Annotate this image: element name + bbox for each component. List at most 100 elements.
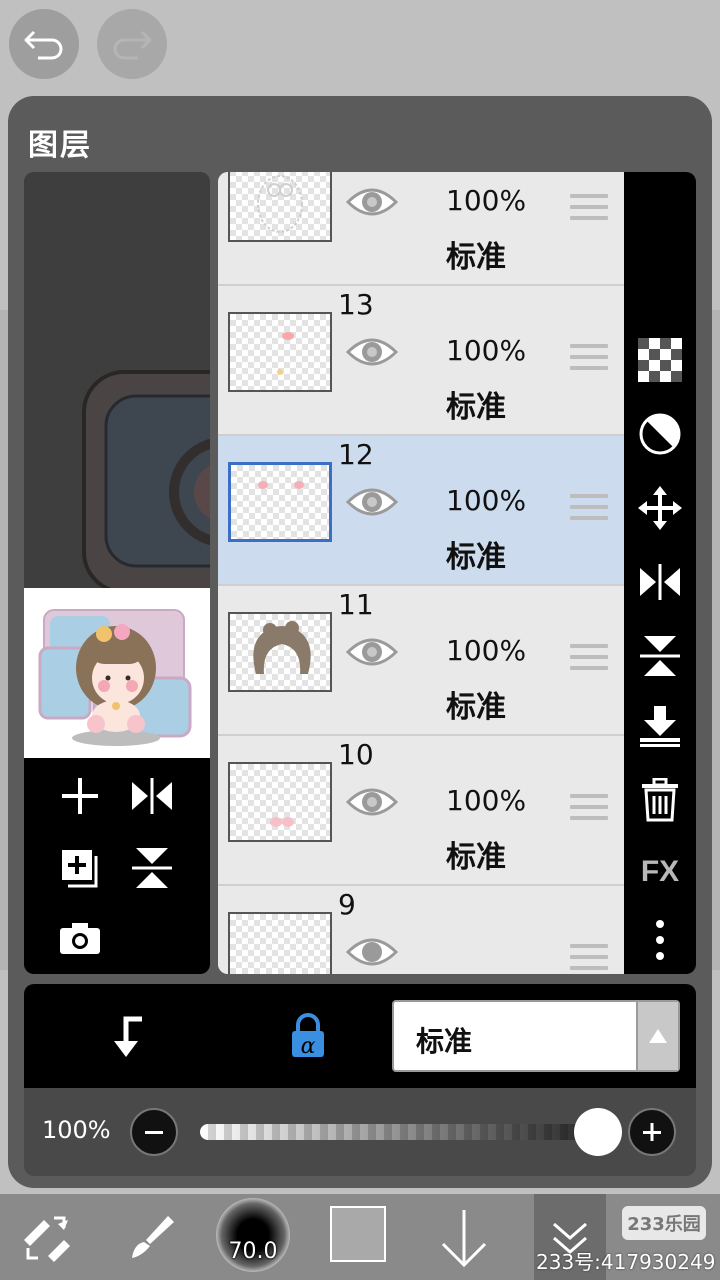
layer-row[interactable]: 11 100% 标准 — [218, 586, 626, 736]
layer-thumbnail[interactable] — [228, 762, 332, 842]
canvas-column — [24, 172, 210, 974]
flip-horizontal-button[interactable] — [636, 558, 684, 606]
layer-row[interactable]: 14 100% 标准 — [218, 172, 626, 286]
trash-icon — [642, 778, 678, 822]
merge-down-icon — [640, 706, 680, 747]
down-arrow-icon — [441, 1210, 487, 1268]
blend-controls: α 标准 — [24, 984, 696, 1088]
drag-handle-icon[interactable] — [570, 194, 608, 220]
redo-button[interactable] — [97, 9, 167, 79]
layer-row[interactable]: 10 100% 标准 — [218, 736, 626, 886]
opacity-controls: 100% — [24, 1088, 696, 1176]
layer-opacity: 100% — [446, 634, 527, 667]
blend-mode-select[interactable]: 标准 — [392, 1000, 680, 1072]
layer-thumbnail[interactable] — [228, 612, 332, 692]
layer-row-selected[interactable]: 12 100% 标准 — [218, 436, 626, 586]
drag-handle-icon[interactable] — [570, 794, 608, 820]
brush-size-button[interactable]: 70.0 — [216, 1198, 290, 1272]
drag-handle-icon[interactable] — [570, 644, 608, 670]
transparency-icon — [638, 338, 682, 382]
more-vertical-icon — [656, 920, 664, 960]
drag-handle-icon[interactable] — [570, 944, 608, 970]
dropdown-arrow-icon[interactable] — [636, 1002, 678, 1070]
layer-thumbnail[interactable] — [228, 172, 332, 242]
canvas-preview[interactable] — [24, 588, 210, 758]
delete-layer-button[interactable] — [636, 776, 684, 824]
opacity-slider-knob[interactable] — [574, 1108, 622, 1156]
layer-opacity: 100% — [446, 484, 527, 517]
layer-blend-mode: 标准 — [446, 840, 506, 875]
brush-icon — [132, 1216, 174, 1258]
opacity-increase-button[interactable] — [628, 1108, 676, 1156]
layer-panel: 图层 100% 标准 13 100% 标准 12 100% 标准 11 100%… — [8, 96, 712, 1188]
transparency-button[interactable] — [636, 336, 684, 384]
visibility-eye-icon[interactable] — [346, 182, 398, 222]
layer-thumbnail[interactable] — [228, 462, 332, 542]
transform-tool-button[interactable] — [14, 1202, 78, 1274]
contrast-button[interactable] — [636, 410, 684, 458]
layer-row[interactable]: 13 100% 标准 — [218, 286, 626, 436]
fx-button[interactable]: FX — [636, 848, 684, 896]
move-icon — [638, 486, 682, 530]
color-swatch[interactable] — [330, 1206, 386, 1262]
clipping-button[interactable] — [96, 1000, 156, 1072]
fx-icon: FX — [640, 855, 680, 888]
undo-icon — [24, 30, 63, 60]
layer-blend-mode: 标准 — [446, 240, 506, 275]
flip-vertical-icon — [640, 636, 680, 676]
watermark-logo: 233乐园 — [622, 1206, 706, 1240]
more-options-button[interactable] — [636, 916, 684, 964]
visibility-eye-icon[interactable] — [346, 782, 398, 822]
alpha-lock-button[interactable]: α — [278, 1000, 338, 1072]
layer-number: 11 — [338, 588, 374, 621]
duplicate-layer-icon — [62, 850, 98, 888]
add-layer-button[interactable] — [52, 768, 108, 824]
merge-down-button[interactable] — [636, 702, 684, 750]
blend-mode-value: 标准 — [416, 1025, 473, 1058]
camera-icon — [60, 923, 100, 954]
drag-handle-icon[interactable] — [570, 344, 608, 370]
flip-vertical-button[interactable] — [636, 632, 684, 680]
visibility-eye-icon[interactable] — [346, 632, 398, 672]
preview-illustration — [38, 609, 192, 746]
layer-opacity: 100% — [446, 184, 527, 217]
layer-opacity: 100% — [446, 334, 527, 367]
svg-text:α: α — [301, 1034, 316, 1059]
layer-tools-bar: FX — [624, 172, 696, 974]
layer-blend-mode: 标准 — [446, 540, 506, 575]
layer-blend-mode: 标准 — [446, 690, 506, 725]
layer-down-button[interactable] — [432, 1202, 496, 1274]
drag-handle-icon[interactable] — [570, 494, 608, 520]
background-art — [82, 370, 210, 594]
opacity-slider[interactable] — [200, 1124, 596, 1140]
undo-button[interactable] — [9, 9, 79, 79]
minus-icon — [145, 1131, 163, 1134]
panel-title: 图层 — [28, 128, 92, 163]
flip-vertical-icon — [132, 848, 172, 888]
visibility-eye-icon[interactable] — [346, 332, 398, 372]
transform-icon — [24, 1216, 70, 1262]
layer-list: 14 100% 标准 13 — [218, 172, 626, 974]
clip-arrow-icon — [114, 1016, 142, 1057]
layer-number: 13 — [338, 288, 374, 321]
opacity-decrease-button[interactable] — [130, 1108, 178, 1156]
flip-horizontal-icon — [640, 564, 680, 600]
duplicate-layer-button[interactable] — [52, 840, 108, 896]
flip-layer-horizontal-button[interactable] — [124, 768, 180, 824]
layer-blend-mode: 标准 — [446, 390, 506, 425]
layer-row[interactable]: 9 — [218, 886, 626, 974]
watermark-text: 233号:417930249 — [536, 1250, 716, 1274]
flip-layer-vertical-button[interactable] — [124, 840, 180, 896]
flip-horizontal-icon — [132, 778, 172, 814]
move-layer-button[interactable] — [636, 484, 684, 532]
add-layer-icon — [62, 778, 98, 814]
layer-thumbnail[interactable] — [228, 912, 332, 974]
visibility-eye-icon[interactable] — [346, 932, 398, 972]
visibility-eye-icon[interactable] — [346, 482, 398, 522]
camera-button[interactable] — [52, 910, 108, 966]
brush-size-value: 70.0 — [228, 1239, 278, 1264]
layer-actions — [24, 758, 210, 974]
brush-tool-button[interactable] — [118, 1202, 182, 1274]
layer-opacity: 100% — [446, 784, 527, 817]
layer-thumbnail[interactable] — [228, 312, 332, 392]
